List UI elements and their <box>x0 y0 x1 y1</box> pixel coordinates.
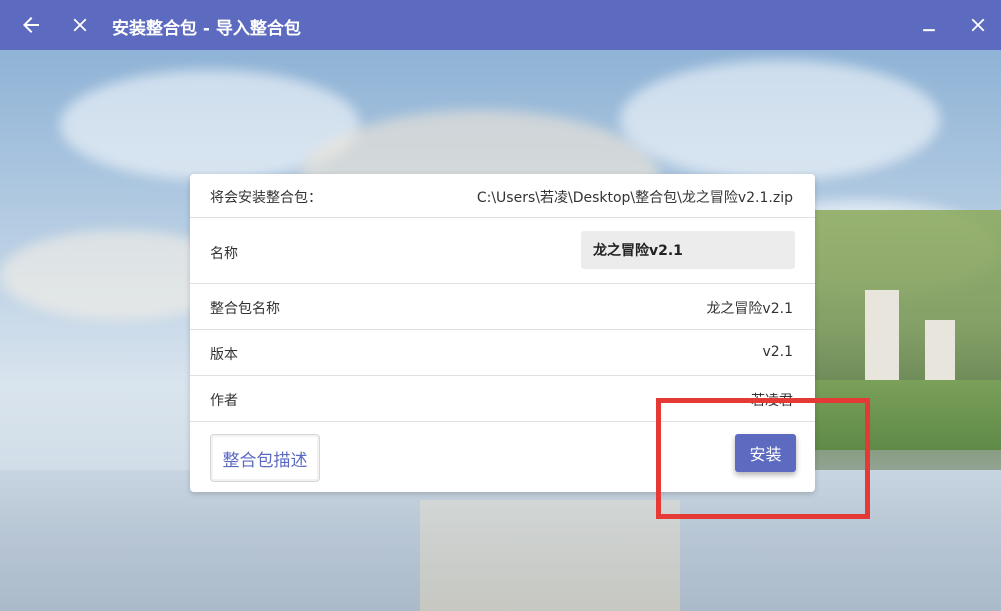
file-path: C:\Users\若凌\Desktop\整合包\龙之冒险v2.1.zip <box>476 190 793 206</box>
version-row: 版本 v2.1 <box>190 330 815 376</box>
arrow-left-icon <box>23 17 39 33</box>
close-page-button[interactable] <box>60 5 100 45</box>
minimize-icon <box>923 29 935 32</box>
author-value: 若凌君 <box>751 393 793 409</box>
file-label: 将会安装整合包： <box>210 190 322 206</box>
back-button[interactable] <box>11 5 51 45</box>
modpack-install-card: 将会安装整合包： C:\Users\若凌\Desktop\整合包\龙之冒险v2.… <box>190 174 815 492</box>
pack-name-value: 龙之冒险v2.1 <box>706 301 793 317</box>
version-value: v2.1 <box>762 344 793 360</box>
close-icon <box>971 18 985 32</box>
name-label: 名称 <box>210 246 238 262</box>
app-window: 安装整合包 - 导入整合包 将会安装整合包： C:\Users\若凌\Deskt… <box>0 0 1001 611</box>
pack-name-label: 整合包名称 <box>210 301 280 317</box>
close-icon <box>73 18 87 32</box>
background-grass <box>815 380 1001 450</box>
close-window-button[interactable] <box>958 5 998 45</box>
modpack-description-button[interactable]: 整合包描述 <box>210 434 320 482</box>
file-row: 将会安装整合包： C:\Users\若凌\Desktop\整合包\龙之冒险v2.… <box>190 174 815 218</box>
install-button[interactable]: 安装 <box>735 434 796 472</box>
pack-name-row: 整合包名称 龙之冒险v2.1 <box>190 284 815 330</box>
title-bar: 安装整合包 - 导入整合包 <box>0 0 1001 50</box>
name-row: 名称 <box>190 218 815 284</box>
author-row: 作者 若凌君 <box>190 376 815 422</box>
window-title: 安装整合包 - 导入整合包 <box>112 19 301 39</box>
minimize-button[interactable] <box>909 5 949 45</box>
name-input[interactable] <box>581 231 795 269</box>
author-label: 作者 <box>210 393 238 409</box>
version-label: 版本 <box>210 347 238 363</box>
